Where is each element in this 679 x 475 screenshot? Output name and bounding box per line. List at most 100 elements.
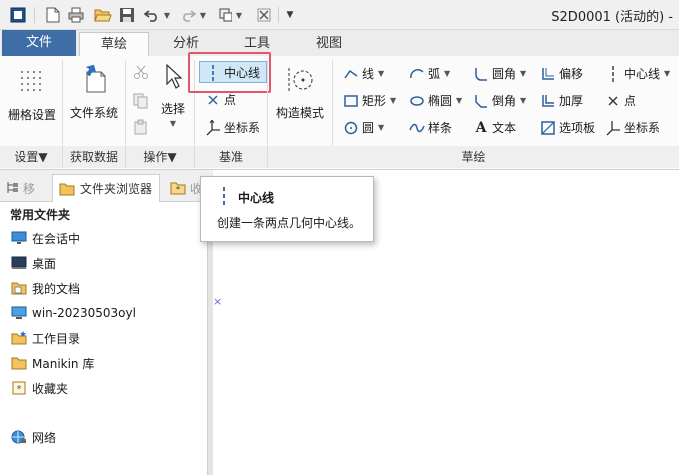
csys-button[interactable]: 坐标系 (205, 119, 260, 136)
construction-mode-button[interactable]: 构造模式 (272, 64, 328, 121)
folder-computer-label: win-20230503oyl (32, 306, 136, 320)
folder-favorites[interactable]: * 收藏夹 (10, 378, 68, 398)
rectangle-icon (343, 93, 359, 109)
operations-group-footer[interactable]: 操作▼ (126, 146, 194, 168)
rectangle-button[interactable]: 矩形 ▼ (343, 92, 396, 109)
window-title: S2D0001 (活动的) - (551, 10, 673, 25)
tab-view[interactable]: 视图 (294, 32, 364, 56)
line-icon (343, 66, 359, 82)
ellipse-label: 椭圆 (428, 94, 453, 108)
text-icon: A (475, 119, 487, 136)
chevron-down-icon[interactable]: ▼ (390, 96, 396, 105)
arc-button[interactable]: 弧 ▼ (409, 65, 450, 82)
thicken-button[interactable]: 加厚 (540, 92, 583, 109)
centerline-tooltip: 中心线 创建一条两点几何中心线。 (200, 176, 374, 242)
folder-in-session[interactable]: 在会话中 (10, 228, 80, 248)
regenerate-icon[interactable]: ▼ (218, 5, 242, 25)
settings-group-footer[interactable]: 设置▼ (0, 146, 62, 168)
palette-button[interactable]: 选项板 (540, 119, 595, 136)
chevron-down-icon[interactable]: ▼ (164, 11, 170, 20)
grid-icon (16, 66, 48, 98)
spline-icon (409, 120, 425, 136)
point-button[interactable]: 点 (205, 91, 236, 108)
point-sketch-button[interactable]: 点 (605, 92, 636, 109)
circle-label: 圆 (362, 121, 375, 135)
file-system-icon (78, 62, 110, 94)
ribbon: 栅格设置 设置▼ 文件系统 获取数据 选择 ▼ 操作▼ 中心线 点 坐标系 基准… (0, 52, 679, 170)
text-label: 文本 (492, 121, 517, 135)
chevron-down-icon[interactable]: ▼ (378, 69, 384, 78)
chevron-down-icon[interactable]: ▼ (664, 69, 670, 78)
thicken-icon (540, 93, 556, 109)
copy-icon[interactable] (133, 93, 149, 109)
centerline-button[interactable]: 中心线 (205, 64, 260, 81)
chevron-down-icon[interactable]: ▼ (200, 11, 206, 20)
monitor-icon (10, 230, 28, 246)
customize-icon[interactable]: ▼ (284, 5, 296, 25)
chevron-down-icon[interactable]: ▼ (378, 123, 384, 132)
chevron-down-icon[interactable]: ▼ (520, 96, 526, 105)
chevron-down-icon[interactable]: ▼ (456, 96, 462, 105)
new-icon[interactable] (44, 5, 62, 25)
grid-settings-button[interactable]: 栅格设置 (4, 66, 60, 123)
tab-folder-browser-label: 文件夹浏览器 (80, 182, 153, 196)
app-icon[interactable] (8, 5, 28, 25)
title-bar: ▼ ▼ ▼ ▼ S2D0001 (活动的) - (0, 0, 679, 30)
select-label: 选择 (160, 102, 185, 116)
arc-icon (409, 66, 425, 82)
point-icon (205, 92, 221, 108)
folder-manikin-library[interactable]: Manikin 库 (10, 353, 94, 373)
common-folders-heading: 常用文件夹 (10, 208, 71, 222)
chevron-down-icon[interactable]: ▼ (236, 11, 242, 20)
tab-file[interactable]: 文件 (2, 30, 76, 56)
folder-browser-panel: 常用文件夹 在会话中 桌面 我的文档 win-20230503oyl 工作目录 … (0, 202, 207, 475)
centerline-sketch-button[interactable]: 中心线 ▼ (605, 65, 670, 82)
offset-label: 偏移 (559, 67, 584, 81)
select-arrow-icon (155, 64, 191, 92)
tab-folder-browser[interactable]: 文件夹浏览器 (52, 174, 160, 202)
tab-sketch[interactable]: 草绘 (79, 32, 149, 57)
folder-working-directory[interactable]: 工作目录 (10, 328, 80, 348)
csys-sketch-button[interactable]: 坐标系 (605, 119, 660, 136)
spline-label: 样条 (428, 121, 453, 135)
line-button[interactable]: 线 ▼ (343, 65, 384, 82)
redo-icon[interactable]: ▼ (178, 5, 208, 25)
palette-icon (540, 120, 556, 136)
file-system-button[interactable]: 文件系统 (66, 62, 122, 121)
undo-icon[interactable]: ▼ (142, 5, 172, 25)
fillet-button[interactable]: 圆角 ▼ (473, 65, 526, 82)
folder-computer[interactable]: win-20230503oyl (10, 303, 136, 323)
point-sketch-label: 点 (624, 94, 637, 108)
folder-my-documents[interactable]: 我的文档 (10, 278, 80, 298)
chevron-down-icon[interactable]: ▼ (155, 119, 191, 128)
chevron-down-icon[interactable]: ▼ (444, 69, 450, 78)
tab-model-tree[interactable]: 移 (6, 174, 46, 202)
file-system-label: 文件系统 (69, 106, 118, 120)
folder-network[interactable]: 网络 (10, 427, 56, 447)
spline-button[interactable]: 样条 (409, 119, 452, 136)
cut-icon[interactable] (133, 64, 149, 80)
chamfer-button[interactable]: 倒角 ▼ (473, 92, 526, 109)
open-icon[interactable] (92, 5, 114, 25)
centerline-sketch-label: 中心线 (624, 67, 661, 81)
chevron-down-icon[interactable]: ▼ (520, 69, 526, 78)
text-button[interactable]: A 文本 (473, 119, 516, 136)
sketch-group-footer: 草绘 (268, 146, 679, 168)
centerline-icon (605, 65, 621, 82)
paste-icon[interactable] (133, 119, 149, 135)
ellipse-button[interactable]: 椭圆 ▼ (409, 92, 462, 109)
desktop-icon (10, 255, 28, 271)
rectangle-label: 矩形 (362, 94, 387, 108)
svg-text:*: * (17, 384, 22, 395)
documents-icon (10, 280, 28, 296)
chamfer-label: 倒角 (492, 94, 517, 108)
print-icon[interactable] (66, 5, 86, 25)
circle-button[interactable]: 圆 ▼ (343, 119, 384, 136)
select-button[interactable]: 选择 ▼ (155, 64, 191, 128)
datum-group-footer: 基准 (195, 146, 267, 168)
grid-settings-label: 栅格设置 (7, 108, 56, 122)
close-window-icon[interactable] (256, 5, 272, 25)
folder-desktop[interactable]: 桌面 (10, 253, 56, 273)
offset-button[interactable]: 偏移 (540, 65, 583, 82)
save-icon[interactable] (118, 5, 136, 25)
